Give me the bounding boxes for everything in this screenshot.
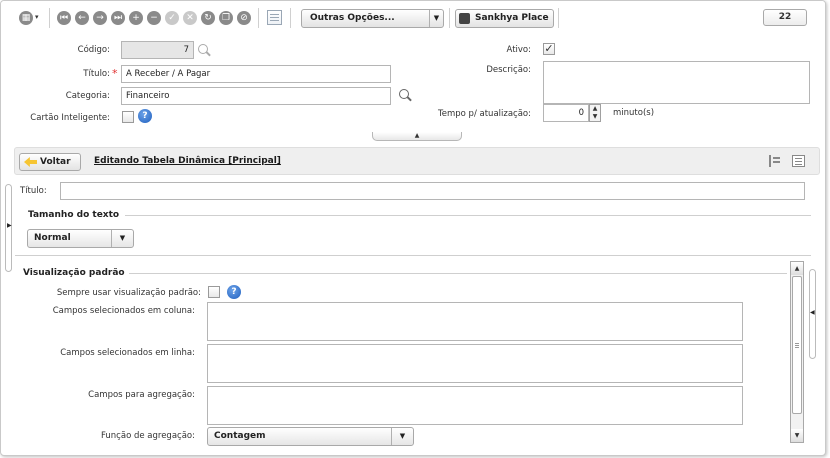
- required-icon: *: [112, 67, 118, 80]
- campos-linha-label: Campos selecionados em linha:: [60, 348, 195, 358]
- refresh-icon[interactable]: ↻: [201, 11, 215, 25]
- cancel-icon[interactable]: ✕: [183, 11, 197, 25]
- more-options-label: Outras Opções...: [310, 13, 395, 23]
- sankhya-place-button[interactable]: Sankhya Place: [455, 9, 554, 28]
- chevron-down-icon: ▼: [429, 10, 443, 27]
- help-icon[interactable]: ?: [227, 285, 241, 299]
- section-divider: [129, 273, 787, 274]
- funcao-agregacao-label: Função de agregação:: [100, 431, 195, 441]
- last-record-icon[interactable]: ⏭: [111, 11, 125, 25]
- back-button[interactable]: Voltar: [19, 153, 81, 171]
- sempre-visualizacao-label: Sempre usar visualização padrão:: [56, 288, 201, 298]
- sempre-visualizacao-checkbox[interactable]: [208, 286, 220, 298]
- funcao-agregacao-select[interactable]: Contagem ▼: [207, 427, 414, 446]
- categoria-label: Categoria:: [65, 91, 110, 101]
- grid-view-icon[interactable]: [267, 10, 282, 25]
- descricao-textarea[interactable]: [543, 61, 810, 104]
- tempo-atualizacao-label: Tempo p/ atualização:: [438, 109, 531, 119]
- pivot-titulo-field[interactable]: [60, 182, 805, 200]
- tempo-spinner[interactable]: ▲ ▼: [589, 104, 601, 122]
- add-icon[interactable]: +: [129, 11, 143, 25]
- toolbar-separator: [49, 8, 50, 28]
- clone-icon[interactable]: ❐: [219, 11, 233, 25]
- collapse-form-toggle[interactable]: ▲: [372, 132, 462, 141]
- search-icon[interactable]: [198, 44, 208, 54]
- categoria-field[interactable]: Financeiro: [121, 87, 391, 105]
- spinner-down-icon[interactable]: ▼: [590, 113, 600, 121]
- pivot-titulo-label: Título:: [20, 186, 47, 196]
- section-divider: [15, 255, 811, 256]
- cartao-inteligente-checkbox[interactable]: [122, 111, 134, 123]
- tempo-atualizacao-field[interactable]: 0: [543, 104, 589, 122]
- ativo-label: Ativo:: [506, 45, 531, 55]
- funcao-agregacao-value: Contagem: [214, 431, 266, 441]
- chevron-down-icon: ▼: [391, 428, 413, 445]
- tamanho-texto-select[interactable]: Normal ▼: [27, 229, 134, 248]
- scroll-up-icon[interactable]: ▲: [791, 262, 803, 275]
- campos-linha-list[interactable]: [207, 344, 743, 383]
- record-counter[interactable]: 22: [763, 9, 807, 26]
- campos-coluna-label: Campos selecionados em coluna:: [52, 306, 195, 316]
- codigo-label: Código:: [77, 45, 110, 55]
- back-arrow-icon: [24, 157, 37, 167]
- search-icon[interactable]: [399, 89, 409, 99]
- sankhya-place-label: Sankhya Place: [475, 13, 549, 23]
- grid-menu-icon[interactable]: ▦: [19, 11, 33, 25]
- sankhya-logo-icon: [459, 13, 470, 24]
- ativo-checkbox[interactable]: ✓: [543, 43, 555, 55]
- chevron-down-icon[interactable]: ▾: [35, 13, 39, 21]
- toolbar-separator: [290, 8, 291, 28]
- attach-icon[interactable]: ⊘: [237, 11, 251, 25]
- vertical-scrollbar[interactable]: ▲ ▼: [790, 261, 804, 443]
- next-record-icon[interactable]: →: [93, 11, 107, 25]
- pivot-editor-title[interactable]: Editando Tabela Dinâmica [Principal]: [94, 156, 281, 166]
- tempo-unit-label: minuto(s): [613, 108, 655, 118]
- toolbar-separator: [558, 8, 559, 28]
- campos-agregacao-label: Campos para agregação:: [88, 390, 195, 400]
- tree-view-icon[interactable]: [769, 155, 781, 167]
- descricao-label: Descrição:: [486, 65, 531, 75]
- window: ▦ ▾ ⏮ ← → ⏭ + − ✓ ✕ ↻ ❐ ⊘ Outras Opções.…: [0, 0, 826, 456]
- campos-agregacao-list[interactable]: [207, 386, 743, 425]
- titulo-label: Título:: [83, 69, 110, 79]
- scroll-down-icon[interactable]: ▼: [791, 429, 803, 442]
- expand-left-icon[interactable]: ◀: [810, 309, 815, 316]
- campos-coluna-list[interactable]: [207, 302, 743, 341]
- more-options-dropdown[interactable]: Outras Opções... ▼: [301, 9, 444, 28]
- section-divider: [125, 215, 811, 216]
- toolbar-separator: [258, 8, 259, 28]
- remove-icon[interactable]: −: [147, 11, 161, 25]
- tamanho-texto-section-title: Tamanho do texto: [28, 210, 120, 220]
- scrollbar-thumb[interactable]: [792, 276, 802, 414]
- spinner-up-icon[interactable]: ▲: [590, 105, 600, 113]
- pivot-editor-header: Voltar Editando Tabela Dinâmica [Princip…: [14, 147, 820, 175]
- codigo-field[interactable]: 7: [121, 41, 194, 59]
- chevron-down-icon: ▼: [111, 230, 133, 247]
- back-button-label: Voltar: [40, 157, 71, 167]
- expand-right-icon[interactable]: ▶: [7, 222, 12, 229]
- previous-record-icon[interactable]: ←: [75, 11, 89, 25]
- confirm-icon[interactable]: ✓: [165, 11, 179, 25]
- toolbar-separator: [449, 8, 450, 28]
- titulo-field[interactable]: A Receber / A Pagar: [121, 65, 391, 83]
- list-view-icon[interactable]: [792, 155, 805, 167]
- cartao-inteligente-label: Cartão Inteligente:: [30, 113, 110, 123]
- visualizacao-padrao-section-title: Visualização padrão: [23, 268, 125, 278]
- first-record-icon[interactable]: ⏮: [57, 11, 71, 25]
- help-icon[interactable]: ?: [138, 109, 152, 123]
- toolbar: ▦ ▾ ⏮ ← → ⏭ + − ✓ ✕ ↻ ❐ ⊘ Outras Opções.…: [1, 1, 825, 34]
- tamanho-texto-value: Normal: [34, 233, 71, 243]
